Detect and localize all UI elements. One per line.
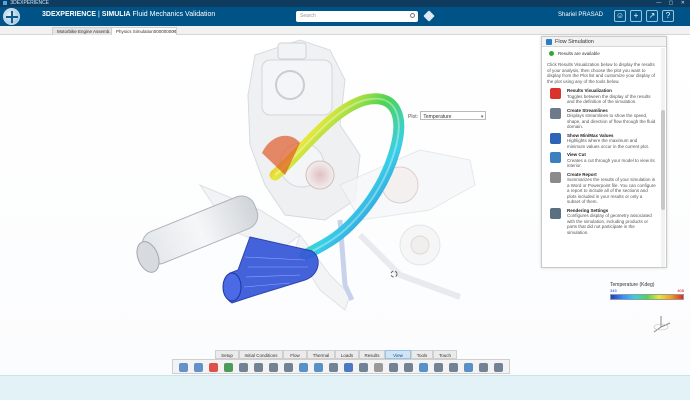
rotate-icon[interactable] — [284, 363, 293, 372]
streamlines-icon[interactable] — [550, 107, 561, 119]
user-avatar-icon[interactable]: ☺ — [614, 10, 626, 22]
legend-color-bar — [610, 294, 684, 300]
footer-strip — [0, 375, 690, 400]
report-icon[interactable] — [550, 171, 561, 183]
status-ok-icon — [549, 51, 554, 56]
feature-item[interactable]: Create Report Summarizes the results of y… — [547, 171, 656, 205]
fit-all-icon[interactable] — [254, 363, 263, 372]
brand-label: 3DEXPERIENCE — [42, 11, 97, 18]
search-icon[interactable] — [410, 13, 415, 18]
results-visualization-icon[interactable] — [550, 88, 561, 99]
app-logo-icon — [3, 0, 7, 5]
section-tab-flow[interactable]: Flow — [283, 350, 307, 359]
panel-scrollbar[interactable] — [661, 48, 665, 267]
feature-desc: Displays streamlines to show the speed, … — [567, 113, 656, 129]
section-tab-initial-conditions[interactable]: Initial Conditions — [239, 350, 283, 359]
plot-label: Plot: — [408, 114, 419, 120]
os-title: 3DEXPERIENCE — [10, 0, 50, 6]
tab-physics-simulation[interactable]: Physics Simulation000000004 × — [111, 27, 177, 35]
feature-list: Results Visualization Toggles between the… — [547, 88, 656, 235]
panel-header: Flow Simulation — [542, 37, 666, 47]
look-at-icon[interactable] — [299, 363, 308, 372]
feature-desc: Highlights where the maximum and minimum… — [567, 138, 650, 149]
zoom-icon[interactable] — [239, 363, 248, 372]
panel-body: Results are available Click Results Visu… — [542, 47, 666, 241]
legend-max: 405 — [677, 288, 684, 293]
plot-icon[interactable] — [224, 363, 233, 372]
feature-desc: Toggles between the display of the resul… — [567, 93, 651, 105]
panel-title: Flow Simulation — [555, 39, 594, 45]
tab-label: Motorbike Engine Assemb... — [57, 29, 114, 34]
section-tab-results[interactable]: Results — [359, 350, 385, 359]
plot-dropdown[interactable]: Temperature ▾ — [420, 111, 487, 120]
feature-item[interactable]: Results Visualization Toggles between the… — [547, 88, 656, 105]
status-row: Results are available — [547, 50, 656, 58]
tag-icon[interactable] — [423, 10, 435, 22]
pan-icon[interactable] — [269, 363, 278, 372]
panel-intro: Click Results Visualization below to dis… — [547, 62, 656, 84]
section-tab-touch[interactable]: Touch — [433, 350, 457, 359]
share-button[interactable]: ↗ — [646, 10, 658, 22]
plot-value: Temperature — [423, 114, 452, 120]
document-label: Fluid Mechanics Validation — [130, 11, 216, 18]
section-icon[interactable] — [464, 363, 473, 372]
view-cut-icon[interactable] — [550, 152, 561, 163]
section-tab-tools[interactable]: Tools — [411, 350, 433, 359]
layers-icon[interactable] — [374, 363, 383, 372]
measure-icon[interactable] — [449, 363, 458, 372]
axis-triad-icon[interactable] — [650, 313, 674, 335]
feature-item[interactable]: Show Min/Max Values Highlights where the … — [547, 132, 656, 150]
tab-engine-assembly[interactable]: Motorbike Engine Assemb... — [52, 27, 114, 35]
feature-desc: Summarizes the results of your simulatio… — [567, 177, 656, 204]
feature-desc: Configures display of geometry associate… — [567, 213, 652, 235]
temperature-legend: Temperature (Kdeg) 345 405 — [610, 282, 684, 300]
search-input[interactable]: Search — [296, 11, 418, 22]
capture-icon[interactable] — [434, 363, 443, 372]
add-button[interactable]: + — [630, 10, 642, 22]
search-placeholder: Search — [300, 13, 316, 19]
flow-simulation-icon — [546, 39, 552, 45]
app-title: 3DEXPERIENCE | SIMULIA Fluid Mechanics V… — [42, 11, 215, 18]
shading-icon[interactable] — [359, 363, 368, 372]
scrollbar-thumb[interactable] — [661, 110, 665, 210]
document-tab-strip: Motorbike Engine Assemb... Physics Simul… — [0, 26, 690, 35]
flow-simulation-panel: Flow Simulation Results are available Cl… — [541, 36, 667, 268]
multi-view-icon[interactable] — [389, 363, 398, 372]
compass-app-icon[interactable] — [209, 363, 218, 372]
app-label: SIMULIA — [101, 11, 131, 18]
redo-icon[interactable] — [194, 363, 203, 372]
selection-icon[interactable] — [479, 363, 488, 372]
status-text: Results are available — [558, 51, 600, 56]
chevron-down-icon: ▾ — [480, 114, 484, 120]
hide-show-icon[interactable] — [404, 363, 413, 372]
cut-icon[interactable] — [419, 363, 428, 372]
compass-icon[interactable] — [3, 8, 20, 25]
properties-icon[interactable] — [494, 363, 503, 372]
feature-desc: Creates a cut through your model to view… — [567, 157, 655, 169]
feature-item[interactable]: View Cut Creates a cut through your model… — [547, 152, 656, 169]
feature-item[interactable]: Create Streamlines Displays streamlines t… — [547, 107, 656, 130]
tab-label: Physics Simulation000000004 — [116, 29, 177, 34]
undo-icon[interactable] — [179, 363, 188, 372]
feature-item[interactable]: Rendering Settings Configures display of … — [547, 207, 656, 236]
normal-view-icon[interactable] — [314, 363, 323, 372]
os-title-bar: 3DEXPERIENCE — ▢ ✕ — [0, 0, 690, 7]
zoom-area-icon[interactable] — [329, 363, 338, 372]
min-max-icon[interactable] — [550, 132, 561, 144]
rendering-settings-icon[interactable] — [550, 207, 561, 219]
action-bar — [172, 359, 510, 374]
user-name[interactable]: Shariel PRASAD — [558, 12, 603, 18]
section-tab-setup[interactable]: Setup — [215, 350, 239, 359]
section-tab-loads[interactable]: Loads — [335, 350, 359, 359]
section-tab-thermal[interactable]: Thermal — [307, 350, 335, 359]
plot-selector: Plot: Temperature ▾ — [408, 111, 487, 121]
window-controls[interactable]: — ▢ ✕ — [656, 0, 688, 7]
legend-range: 345 405 — [610, 288, 684, 294]
section-tab-view[interactable]: View — [385, 350, 411, 359]
legend-min: 345 — [610, 288, 617, 293]
ground-icon[interactable] — [344, 363, 353, 372]
app-header: 3DEXPERIENCE | SIMULIA Fluid Mechanics V… — [0, 7, 690, 26]
help-button[interactable]: ? — [662, 10, 674, 22]
